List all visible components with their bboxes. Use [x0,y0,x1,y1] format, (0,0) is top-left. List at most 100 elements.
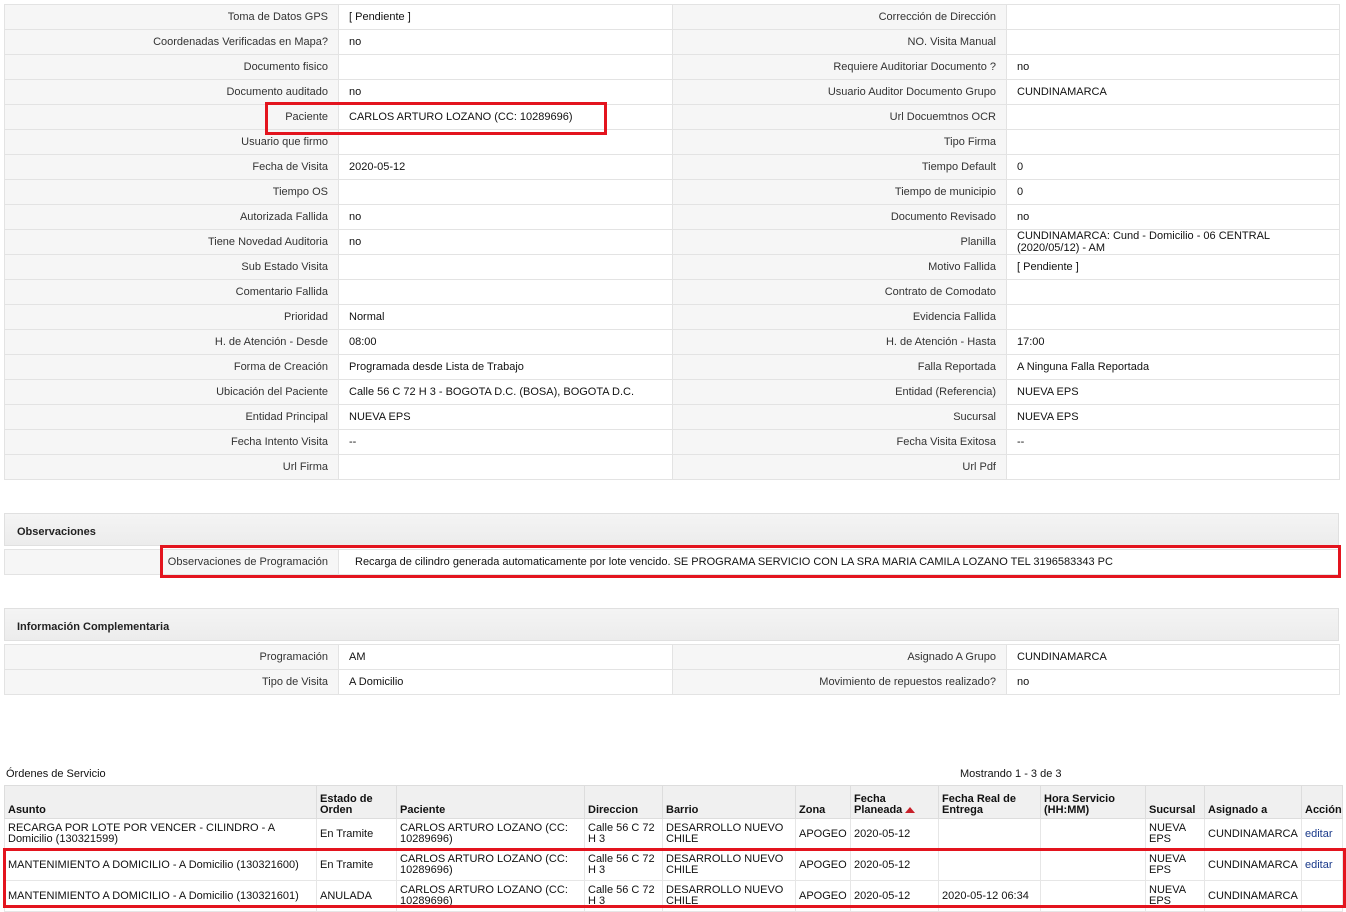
detail-row: Entidad Principal NUEVA EPS Sucursal NUEVA … [4,404,1340,430]
column-header-label: Asignado a [1208,804,1268,816]
column-header-asignado-a[interactable]: Asignado a [1204,785,1302,819]
column-header-asunto[interactable]: Asunto [4,785,317,819]
column-header-hora-servicio-hh-mm[interactable]: Hora Servicio (HH:MM) [1040,785,1146,819]
value-fecha-intento-visita: -- [338,429,673,455]
label-planilla: Planilla [672,229,1007,255]
value-falla-reportada: A Ninguna Falla Reportada [1006,354,1340,380]
column-header-fecha-real-de-entrega[interactable]: Fecha Real de Entrega [938,785,1041,819]
detail-row: Fecha Intento Visita -- Fecha Visita Exito… [4,429,1340,455]
cell-direccion: Calle 56 C 72 H 3 [584,880,663,912]
edit-link[interactable]: editar [1305,828,1333,840]
label-fecha-de-visita: Fecha de Visita [4,154,339,180]
ordenes-title: Órdenes de Servicio [6,768,106,780]
label-documento-fisico: Documento fisico [4,54,339,80]
cell-hora-servicio-hh-mm [1040,818,1146,850]
label-sub-estado-visita: Sub Estado Visita [4,254,339,280]
detail-row: Documento fisico Requiere Auditoriar Docu… [4,54,1340,80]
label-contrato-de-comodato: Contrato de Comodato [672,279,1007,305]
cell-asunto: MANTENIMIENTO A DOMICILIO - A Domicilio … [4,880,317,912]
cell-asignado-a: CUNDINAMARCA [1204,818,1302,850]
value-prioridad: Normal [338,304,673,330]
column-header-label: Asunto [8,804,46,816]
complementaria-header: Información Complementaria [4,608,1339,641]
label-fecha-intento-visita: Fecha Intento Visita [4,429,339,455]
cell-zona: APOGEO [795,880,851,912]
value-evidencia-fallida [1006,304,1340,330]
label-url-docuemtnos-ocr: Url Docuemtnos OCR [672,104,1007,130]
column-header-label: Acción [1305,804,1342,816]
label-h-de-atencion-desde: H. de Atención - Desde [4,329,339,355]
cell-sucursal: NUEVA EPS [1145,849,1205,881]
cell-accion [1301,880,1343,912]
detail-row: Fecha de Visita 2020-05-12 Tiempo Default 0 [4,154,1340,180]
value-fecha-visita-exitosa: -- [1006,429,1340,455]
column-header-paciente[interactable]: Paciente [396,785,585,819]
detail-row: H. de Atención - Desde 08:00 H. de Atenció… [4,329,1340,355]
value-sub-estado-visita [338,254,673,280]
detail-row: Ubicación del Paciente Calle 56 C 72 H 3 … [4,379,1340,405]
column-header-accion[interactable]: Acción [1301,785,1343,819]
column-header-sucursal[interactable]: Sucursal [1145,785,1205,819]
detail-row: Tiempo OS Tiempo de municipio 0 [4,179,1340,205]
value-movimiento-de-repuestos-realizado: no [1006,669,1340,695]
value-paciente: CARLOS ARTURO LOZANO (CC: 10289696) [338,104,673,130]
label-no-visita-manual: NO. Visita Manual [672,29,1007,55]
value-tipo-firma [1006,129,1340,155]
label-prioridad: Prioridad [4,304,339,330]
observaciones-label: Observaciones de Programación [4,549,339,575]
value-documento-revisado: no [1006,204,1340,230]
value-documento-fisico [338,54,673,80]
value-no-visita-manual [1006,29,1340,55]
label-falla-reportada: Falla Reportada [672,354,1007,380]
cell-direccion: Calle 56 C 72 H 3 [584,849,663,881]
detail-row: Usuario que firmo Tipo Firma [4,129,1340,155]
label-tiene-novedad-auditoria: Tiene Novedad Auditoria [4,229,339,255]
cell-hora-servicio-hh-mm [1040,849,1146,881]
label-documento-auditado: Documento auditado [4,79,339,105]
cell-fecha-planeada: 2020-05-12 [850,818,939,850]
table-row: MANTENIMIENTO A DOMICILIO - A Domicilio … [4,849,1343,881]
detail-row: Tiene Novedad Auditoria no Planilla CUNDINA… [4,229,1340,255]
value-forma-de-creacion: Programada desde Lista de Trabajo [338,354,673,380]
column-header-zona[interactable]: Zona [795,785,851,819]
value-url-firma [338,454,673,480]
value-entidad-referencia: NUEVA EPS [1006,379,1340,405]
label-paciente: Paciente [4,104,339,130]
column-header-fecha-planeada[interactable]: Fecha Planeada [850,785,939,819]
value-usuario-que-firmo [338,129,673,155]
label-tiempo-os: Tiempo OS [4,179,339,205]
cell-paciente: CARLOS ARTURO LOZANO (CC: 10289696) [396,818,585,850]
value-url-docuemtnos-ocr [1006,104,1340,130]
cell-estado-de-orden: En Tramite [316,849,397,881]
column-header-direccion[interactable]: Direccion [584,785,663,819]
label-tipo-de-visita: Tipo de Visita [4,669,339,695]
column-header-label: Barrio [666,804,699,816]
label-url-pdf: Url Pdf [672,454,1007,480]
value-documento-auditado: no [338,79,673,105]
value-asignado-a-grupo: CUNDINAMARCA [1006,644,1340,670]
cell-barrio: DESARROLLO NUEVO CHILE [662,880,796,912]
cell-sucursal: NUEVA EPS [1145,818,1205,850]
column-header-label: Direccion [588,804,639,816]
label-evidencia-fallida: Evidencia Fallida [672,304,1007,330]
edit-link[interactable]: editar [1305,859,1333,871]
value-requiere-auditoriar-documento: no [1006,54,1340,80]
cell-direccion: Calle 56 C 72 H 3 [584,818,663,850]
label-tiempo-default: Tiempo Default [672,154,1007,180]
cell-barrio: DESARROLLO NUEVO CHILE [662,849,796,881]
column-header-label: Hora Servicio (HH:MM) [1044,793,1115,816]
column-header-estado-de-orden[interactable]: Estado de Orden [316,785,397,819]
column-header-barrio[interactable]: Barrio [662,785,796,819]
cell-fecha-real-de-entrega [938,818,1041,850]
observaciones-table: Observaciones de Programación Recarga de… [4,549,1340,575]
label-tiempo-de-municipio: Tiempo de municipio [672,179,1007,205]
value-fecha-de-visita: 2020-05-12 [338,154,673,180]
detail-row: Autorizada Fallida no Documento Revisado no [4,204,1340,230]
column-header-label: Zona [799,804,826,816]
label-fecha-visita-exitosa: Fecha Visita Exitosa [672,429,1007,455]
label-movimiento-de-repuestos-realizado: Movimiento de repuestos realizado? [672,669,1007,695]
label-programacion: Programación [4,644,339,670]
value-h-de-atencion-hasta: 17:00 [1006,329,1340,355]
observaciones-row: Observaciones de Programación Recarga de… [4,549,1340,575]
label-correccion-de-direccion: Corrección de Dirección [672,4,1007,30]
